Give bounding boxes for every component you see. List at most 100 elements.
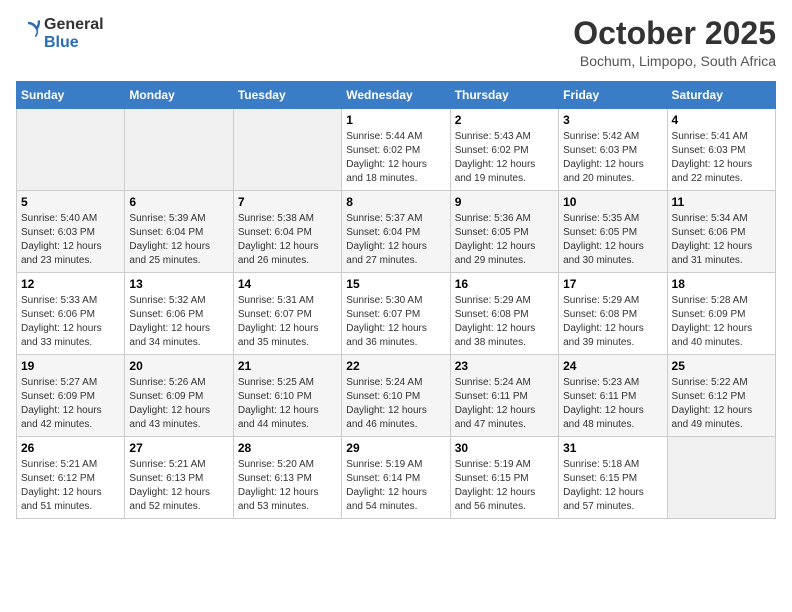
day-info: Sunrise: 5:23 AMSunset: 6:11 PMDaylight:…: [563, 376, 662, 432]
calendar-week-4: 19 Sunrise: 5:27 AMSunset: 6:09 PMDayligh…: [17, 355, 776, 437]
day-number: 30: [455, 441, 554, 455]
day-info: Sunrise: 5:34 AMSunset: 6:06 PMDaylight:…: [672, 212, 771, 268]
day-info: Sunrise: 5:42 AMSunset: 6:03 PMDaylight:…: [563, 130, 662, 186]
calendar-cell-w4-d2: 20 Sunrise: 5:26 AMSunset: 6:09 PMDayligh…: [125, 355, 233, 437]
day-info: Sunrise: 5:26 AMSunset: 6:09 PMDaylight:…: [129, 376, 228, 432]
header-thursday: Thursday: [450, 82, 558, 109]
day-info: Sunrise: 5:24 AMSunset: 6:10 PMDaylight:…: [346, 376, 445, 432]
location-subtitle: Bochum, Limpopo, South Africa: [573, 53, 776, 69]
day-number: 2: [455, 113, 554, 127]
calendar-week-5: 26Sunrise: 5:21 AMSunset: 6:12 PMDayligh…: [17, 437, 776, 519]
header-monday: Monday: [125, 82, 233, 109]
day-info: Sunrise: 5:18 AMSunset: 6:15 PMDaylight:…: [563, 458, 662, 514]
calendar-cell-w1-d6: 3 Sunrise: 5:42 AMSunset: 6:03 PMDaylight…: [559, 109, 667, 191]
calendar-week-3: 12Sunrise: 5:33 AMSunset: 6:06 PMDayligh…: [17, 273, 776, 355]
calendar-cell-w3-d3: 14 Sunrise: 5:31 AMSunset: 6:07 PMDayligh…: [233, 273, 341, 355]
day-info: Sunrise: 5:37 AMSunset: 6:04 PMDaylight:…: [346, 212, 445, 268]
day-number: 15: [346, 277, 445, 291]
day-number: 28: [238, 441, 337, 455]
page-header: General Blue October 2025 Bochum, Limpop…: [16, 16, 776, 69]
day-info: Sunrise: 5:41 AMSunset: 6:03 PMDaylight:…: [672, 130, 771, 186]
calendar-cell-w3-d2: 13Sunrise: 5:32 AMSunset: 6:06 PMDayligh…: [125, 273, 233, 355]
logo: General Blue: [16, 16, 104, 51]
calendar-cell-w5-d7: [667, 437, 775, 519]
header-tuesday: Tuesday: [233, 82, 341, 109]
day-info: Sunrise: 5:35 AMSunset: 6:05 PMDaylight:…: [563, 212, 662, 268]
day-number: 17: [563, 277, 662, 291]
calendar-cell-w2-d3: 7 Sunrise: 5:38 AMSunset: 6:04 PMDaylight…: [233, 191, 341, 273]
day-info: Sunrise: 5:36 AMSunset: 6:05 PMDaylight:…: [455, 212, 554, 268]
calendar-cell-w3-d5: 16 Sunrise: 5:29 AMSunset: 6:08 PMDayligh…: [450, 273, 558, 355]
day-number: 27: [129, 441, 228, 455]
calendar-cell-w3-d1: 12Sunrise: 5:33 AMSunset: 6:06 PMDayligh…: [17, 273, 125, 355]
day-number: 31: [563, 441, 662, 455]
calendar-week-1: 1Sunrise: 5:44 AMSunset: 6:02 PMDaylight…: [17, 109, 776, 191]
month-title: October 2025: [573, 16, 776, 51]
calendar-cell-w2-d7: 11 Sunrise: 5:34 AMSunset: 6:06 PMDayligh…: [667, 191, 775, 273]
calendar-cell-w4-d1: 19 Sunrise: 5:27 AMSunset: 6:09 PMDayligh…: [17, 355, 125, 437]
logo-icon: [16, 19, 40, 43]
day-number: 6: [129, 195, 228, 209]
calendar-week-2: 5Sunrise: 5:40 AMSunset: 6:03 PMDaylight…: [17, 191, 776, 273]
day-info: Sunrise: 5:21 AMSunset: 6:13 PMDaylight:…: [129, 458, 228, 514]
day-info: Sunrise: 5:31 AMSunset: 6:07 PMDaylight:…: [238, 294, 337, 350]
day-info: Sunrise: 5:28 AMSunset: 6:09 PMDaylight:…: [672, 294, 771, 350]
day-number: 3: [563, 113, 662, 127]
day-info: Sunrise: 5:19 AMSunset: 6:15 PMDaylight:…: [455, 458, 554, 514]
calendar-cell-w5-d2: 27 Sunrise: 5:21 AMSunset: 6:13 PMDayligh…: [125, 437, 233, 519]
header-friday: Friday: [559, 82, 667, 109]
calendar-cell-w5-d1: 26Sunrise: 5:21 AMSunset: 6:12 PMDayligh…: [17, 437, 125, 519]
calendar-cell-w2-d1: 5Sunrise: 5:40 AMSunset: 6:03 PMDaylight…: [17, 191, 125, 273]
day-number: 19: [21, 359, 120, 373]
day-info: Sunrise: 5:38 AMSunset: 6:04 PMDaylight:…: [238, 212, 337, 268]
day-info: Sunrise: 5:19 AMSunset: 6:14 PMDaylight:…: [346, 458, 445, 514]
logo-general: General: [44, 16, 104, 34]
day-info: Sunrise: 5:33 AMSunset: 6:06 PMDaylight:…: [21, 294, 120, 350]
day-number: 16: [455, 277, 554, 291]
day-number: 29: [346, 441, 445, 455]
calendar-cell-w1-d1: [17, 109, 125, 191]
day-info: Sunrise: 5:22 AMSunset: 6:12 PMDaylight:…: [672, 376, 771, 432]
day-number: 25: [672, 359, 771, 373]
calendar-cell-w5-d6: 31 Sunrise: 5:18 AMSunset: 6:15 PMDayligh…: [559, 437, 667, 519]
calendar-cell-w2-d2: 6 Sunrise: 5:39 AMSunset: 6:04 PMDaylight…: [125, 191, 233, 273]
calendar-cell-w1-d5: 2 Sunrise: 5:43 AMSunset: 6:02 PMDaylight…: [450, 109, 558, 191]
day-number: 11: [672, 195, 771, 209]
day-number: 14: [238, 277, 337, 291]
calendar-cell-w4-d3: 21 Sunrise: 5:25 AMSunset: 6:10 PMDayligh…: [233, 355, 341, 437]
header-wednesday: Wednesday: [342, 82, 450, 109]
calendar-cell-w4-d5: 23Sunrise: 5:24 AMSunset: 6:11 PMDayligh…: [450, 355, 558, 437]
calendar-cell-w4-d4: 22 Sunrise: 5:24 AMSunset: 6:10 PMDayligh…: [342, 355, 450, 437]
calendar-cell-w2-d5: 9 Sunrise: 5:36 AMSunset: 6:05 PMDaylight…: [450, 191, 558, 273]
calendar-cell-w5-d4: 29 Sunrise: 5:19 AMSunset: 6:14 PMDayligh…: [342, 437, 450, 519]
calendar-cell-w2-d4: 8Sunrise: 5:37 AMSunset: 6:04 PMDaylight…: [342, 191, 450, 273]
calendar-cell-w3-d7: 18 Sunrise: 5:28 AMSunset: 6:09 PMDayligh…: [667, 273, 775, 355]
day-number: 22: [346, 359, 445, 373]
calendar-header-row: Sunday Monday Tuesday Wednesday Thursday…: [17, 82, 776, 109]
day-number: 21: [238, 359, 337, 373]
day-number: 7: [238, 195, 337, 209]
day-number: 4: [672, 113, 771, 127]
day-info: Sunrise: 5:27 AMSunset: 6:09 PMDaylight:…: [21, 376, 120, 432]
day-info: Sunrise: 5:43 AMSunset: 6:02 PMDaylight:…: [455, 130, 554, 186]
day-info: Sunrise: 5:30 AMSunset: 6:07 PMDaylight:…: [346, 294, 445, 350]
calendar-cell-w4-d7: 25 Sunrise: 5:22 AMSunset: 6:12 PMDayligh…: [667, 355, 775, 437]
day-info: Sunrise: 5:29 AMSunset: 6:08 PMDaylight:…: [455, 294, 554, 350]
day-info: Sunrise: 5:25 AMSunset: 6:10 PMDaylight:…: [238, 376, 337, 432]
day-number: 10: [563, 195, 662, 209]
calendar-cell-w5-d5: 30 Sunrise: 5:19 AMSunset: 6:15 PMDayligh…: [450, 437, 558, 519]
calendar-cell-w1-d7: 4 Sunrise: 5:41 AMSunset: 6:03 PMDaylight…: [667, 109, 775, 191]
day-number: 1: [346, 113, 445, 127]
day-info: Sunrise: 5:39 AMSunset: 6:04 PMDaylight:…: [129, 212, 228, 268]
day-info: Sunrise: 5:20 AMSunset: 6:13 PMDaylight:…: [238, 458, 337, 514]
day-number: 20: [129, 359, 228, 373]
day-number: 18: [672, 277, 771, 291]
day-number: 5: [21, 195, 120, 209]
calendar-cell-w1-d2: [125, 109, 233, 191]
header-sunday: Sunday: [17, 82, 125, 109]
day-number: 24: [563, 359, 662, 373]
day-number: 9: [455, 195, 554, 209]
logo-blue: Blue: [44, 34, 104, 52]
calendar-cell-w4-d6: 24 Sunrise: 5:23 AMSunset: 6:11 PMDayligh…: [559, 355, 667, 437]
day-number: 13: [129, 277, 228, 291]
